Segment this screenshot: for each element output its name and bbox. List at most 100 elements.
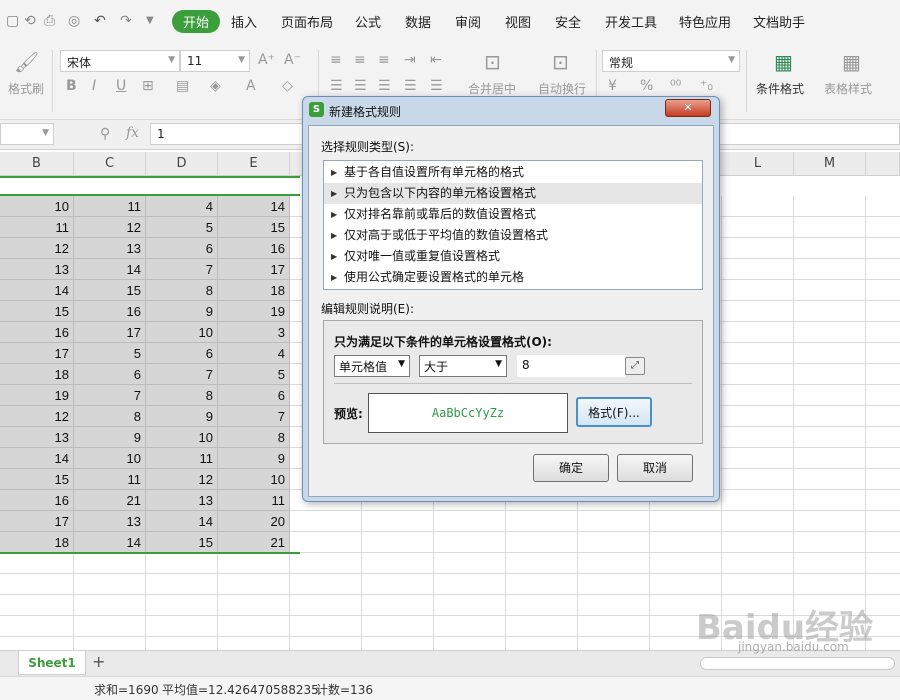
table-cell[interactable]: 7	[146, 259, 218, 280]
empty-cell[interactable]	[578, 595, 650, 616]
cond-field-select[interactable]: 单元格值 ▼	[334, 355, 410, 377]
format-painter-label[interactable]: 格式刷	[8, 80, 44, 97]
format-painter-icon[interactable]: 🖌	[14, 50, 39, 74]
empty-cell[interactable]	[794, 532, 866, 553]
open-icon[interactable]: ▢	[6, 13, 19, 29]
table-cell[interactable]: 14	[0, 280, 74, 301]
empty-cell[interactable]	[362, 595, 434, 616]
empty-cell[interactable]	[146, 637, 218, 650]
empty-cell[interactable]	[722, 322, 794, 343]
empty-cell[interactable]	[290, 637, 362, 650]
empty-cell[interactable]	[722, 574, 794, 595]
empty-cell[interactable]	[722, 259, 794, 280]
table-cell[interactable]: 15	[0, 301, 74, 322]
empty-cell[interactable]	[866, 238, 900, 259]
tab-security[interactable]: 安全	[555, 12, 581, 31]
table-cell[interactable]: 16	[218, 238, 290, 259]
format-button[interactable]: 格式(F)...	[576, 397, 652, 427]
empty-cell[interactable]	[722, 406, 794, 427]
empty-cell[interactable]	[146, 553, 218, 574]
table-cell[interactable]: 8	[146, 385, 218, 406]
empty-cell[interactable]	[866, 385, 900, 406]
align-middle-icon[interactable]: ≡	[354, 52, 366, 68]
empty-cell[interactable]	[722, 448, 794, 469]
empty-cell[interactable]	[866, 511, 900, 532]
empty-cell[interactable]	[434, 574, 506, 595]
table-cell[interactable]: 5	[146, 217, 218, 238]
empty-cell[interactable]	[218, 616, 290, 637]
empty-cell[interactable]	[362, 553, 434, 574]
table-cell[interactable]: 3	[218, 322, 290, 343]
dialog-titlebar[interactable]: S 新建格式规则 ✕	[303, 97, 719, 123]
font-grow-icon[interactable]: A⁺	[258, 52, 275, 68]
table-cell[interactable]: 13	[74, 511, 146, 532]
empty-cell[interactable]	[434, 595, 506, 616]
table-cell[interactable]: 19	[218, 301, 290, 322]
empty-cell[interactable]	[866, 406, 900, 427]
empty-cell[interactable]	[794, 322, 866, 343]
table-cell[interactable]: 12	[0, 238, 74, 259]
empty-cell[interactable]	[794, 511, 866, 532]
empty-cell[interactable]	[506, 553, 578, 574]
empty-cell[interactable]	[650, 574, 722, 595]
empty-cell[interactable]	[0, 616, 74, 637]
cond-op-select[interactable]: 大于 ▼	[419, 355, 507, 377]
empty-cell[interactable]	[0, 553, 74, 574]
rule-type-item[interactable]: ▶ 使用公式确定要设置格式的单元格	[324, 267, 702, 288]
ok-button[interactable]: 确定	[533, 454, 609, 482]
table-cell[interactable]: 11	[0, 217, 74, 238]
empty-cell[interactable]	[866, 280, 900, 301]
empty-cell[interactable]	[0, 574, 74, 595]
empty-cell[interactable]	[506, 616, 578, 637]
fx-icon[interactable]: fx	[126, 125, 139, 141]
merge-center-icon[interactable]: ⊡	[484, 50, 501, 74]
undo-icon[interactable]: ↶	[94, 13, 106, 29]
table-cell[interactable]: 13	[0, 259, 74, 280]
empty-cell[interactable]	[434, 637, 506, 650]
name-box[interactable]: ▼	[0, 123, 54, 145]
clear-icon[interactable]: ◇	[282, 78, 293, 94]
empty-cell[interactable]	[722, 217, 794, 238]
empty-cell[interactable]	[866, 259, 900, 280]
align-left-icon[interactable]: ☰	[330, 78, 343, 94]
empty-cell[interactable]	[794, 196, 866, 217]
empty-cell[interactable]	[722, 385, 794, 406]
table-cell[interactable]: 16	[0, 322, 74, 343]
table-cell[interactable]: 17	[218, 259, 290, 280]
tab-home[interactable]: 开始	[172, 10, 221, 33]
empty-cell[interactable]	[578, 616, 650, 637]
table-cell[interactable]: 19	[0, 385, 74, 406]
table-cell[interactable]: 8	[218, 427, 290, 448]
empty-cell[interactable]	[794, 469, 866, 490]
empty-cell[interactable]	[434, 553, 506, 574]
table-cell[interactable]: 9	[218, 448, 290, 469]
empty-cell[interactable]	[650, 511, 722, 532]
column-header[interactable]: C	[74, 152, 146, 176]
table-cell[interactable]: 11	[74, 469, 146, 490]
empty-cell[interactable]	[722, 301, 794, 322]
empty-cell[interactable]	[506, 595, 578, 616]
empty-cell[interactable]	[578, 553, 650, 574]
empty-cell[interactable]	[218, 637, 290, 650]
empty-cell[interactable]	[146, 595, 218, 616]
print-icon[interactable]: ⎙	[44, 13, 55, 29]
empty-cell[interactable]	[794, 448, 866, 469]
empty-cell[interactable]	[794, 427, 866, 448]
table-cell[interactable]: 15	[146, 532, 218, 553]
empty-cell[interactable]	[722, 280, 794, 301]
indent-icon[interactable]: ⇥	[404, 52, 416, 68]
empty-cell[interactable]	[722, 364, 794, 385]
range-picker-icon[interactable]: ⤢	[625, 357, 645, 375]
empty-cell[interactable]	[74, 595, 146, 616]
column-header[interactable]: E	[218, 152, 290, 176]
table-cell[interactable]: 17	[0, 343, 74, 364]
empty-cell[interactable]	[362, 532, 434, 553]
empty-cell[interactable]	[794, 490, 866, 511]
merge-center-label[interactable]: 合并居中	[468, 80, 516, 97]
table-cell[interactable]: 6	[74, 364, 146, 385]
empty-cell[interactable]	[722, 427, 794, 448]
empty-cell[interactable]	[794, 406, 866, 427]
outdent-icon[interactable]: ⇤	[430, 52, 442, 68]
table-cell[interactable]: 11	[146, 448, 218, 469]
percent-icon[interactable]: %	[640, 78, 653, 94]
